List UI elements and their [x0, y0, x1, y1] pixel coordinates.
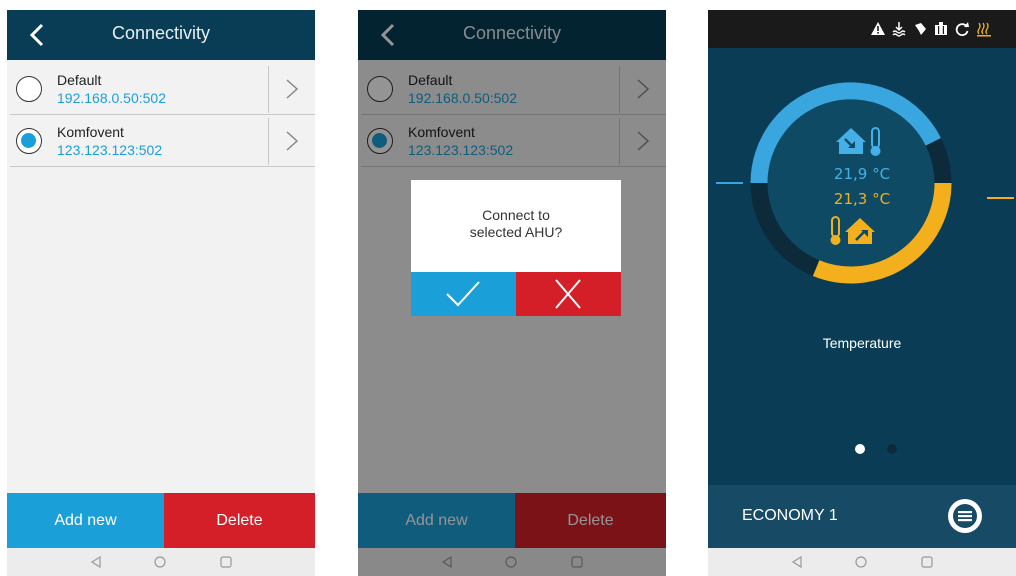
filter-icon	[935, 22, 947, 35]
recirculation-icon	[955, 22, 969, 37]
warning-icon	[871, 22, 885, 35]
connection-name: Komfovent	[57, 124, 124, 140]
connection-item[interactable]: Komfovent 123.123.123:502	[10, 116, 315, 167]
radio-button[interactable]	[16, 76, 42, 102]
checkmark-icon	[446, 281, 480, 307]
radio-dot	[21, 133, 36, 148]
dialog-message-line1: Connect to	[482, 207, 550, 223]
divider	[268, 118, 269, 165]
connection-item[interactable]: Default 192.168.0.50:502	[10, 64, 315, 115]
radio-button-selected[interactable]	[16, 128, 42, 154]
divider	[268, 66, 269, 113]
dialog-message: Connect to selected AHU?	[411, 207, 621, 241]
nav-recent-icon[interactable]	[219, 555, 233, 569]
confirm-dialog: Connect to selected AHU?	[411, 180, 621, 316]
heating-icon	[892, 22, 906, 37]
connectivity-screen: Connectivity Default 192.168.0.50:502 Ko…	[7, 10, 315, 576]
outdoor-temperature-value: 21,3 °C	[833, 190, 891, 208]
add-new-button[interactable]: Add new	[7, 493, 164, 548]
chevron-right-icon[interactable]	[285, 130, 299, 152]
indoor-temperature-value: 21,9 °C	[833, 165, 891, 183]
page-title: Connectivity	[111, 23, 211, 43]
connection-name: Default	[57, 72, 102, 88]
mode-label: ECONOMY 1	[742, 507, 838, 524]
gauge-label: Temperature	[822, 335, 902, 351]
menu-icon	[953, 504, 977, 528]
chevron-right-icon[interactable]	[285, 78, 299, 100]
close-icon	[555, 279, 581, 309]
nav-home-icon[interactable]	[153, 555, 167, 569]
app-header: Connectivity	[7, 10, 315, 60]
mode-bar[interactable]: ECONOMY 1	[708, 485, 1016, 548]
dashboard-screen: 21,9 °C 21,3 °C Temperature ECONOMY 1	[708, 10, 1016, 576]
confirm-button[interactable]	[411, 272, 516, 316]
nav-back-icon[interactable]	[790, 555, 804, 569]
menu-button[interactable]	[948, 499, 982, 533]
android-nav-bar	[708, 548, 1016, 576]
page-dot[interactable]	[887, 444, 897, 454]
android-nav-bar	[7, 548, 315, 576]
nav-recent-icon[interactable]	[920, 555, 934, 569]
cancel-button[interactable]	[516, 272, 621, 316]
dialog-message-line2: selected AHU?	[469, 224, 563, 240]
heater-icon	[977, 22, 991, 37]
delete-button[interactable]: Delete	[164, 493, 315, 548]
nav-home-icon[interactable]	[854, 555, 868, 569]
page-dot-active[interactable]	[855, 444, 865, 454]
connection-address: 192.168.0.50:502	[57, 90, 166, 106]
connection-address: 123.123.123:502	[57, 142, 163, 158]
nav-back-icon[interactable]	[89, 555, 103, 569]
connectivity-dialog-screen: Connectivity Default 192.168.0.50:502 Ko…	[358, 10, 666, 576]
status-bar	[708, 10, 1016, 48]
fan-icon	[915, 23, 926, 35]
